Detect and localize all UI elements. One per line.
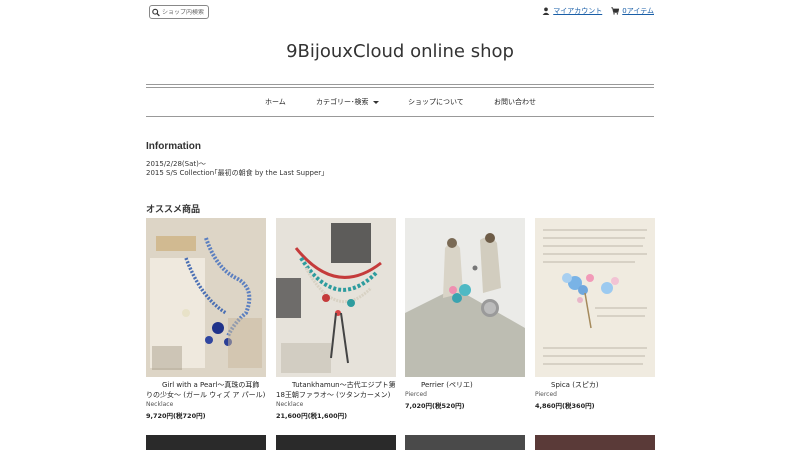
top-bar: マイアカウント 0アイテム [146, 5, 654, 21]
divider-top-inner [146, 87, 654, 88]
recommended-heading: オススメ商品 [146, 205, 201, 215]
product-name[interactable]: Tutankhamun～古代エジプト第18王朝ファラオ～ (ツタンカーメン) [276, 380, 396, 400]
product-name[interactable]: Girl with a Pearl～真珠の耳飾りの少女～ (ガール ウィズ ア … [146, 380, 266, 400]
product-price: 9,720円(税720円) [146, 412, 206, 420]
product-image[interactable] [276, 218, 396, 377]
my-account-link[interactable]: マイアカウント [542, 6, 602, 16]
product-image[interactable] [405, 435, 525, 450]
product-category: Pierced [405, 391, 427, 398]
product-image[interactable] [405, 218, 525, 377]
product-category: Necklace [146, 401, 174, 408]
nav-category-label: カテゴリー･検索 [316, 98, 369, 106]
product-image[interactable] [276, 435, 396, 450]
search-input[interactable] [162, 8, 208, 16]
cart-icon [611, 7, 620, 15]
product-card[interactable]: Tutankhamun～古代エジプト第18王朝ファラオ～ (ツタンカーメン) N… [276, 218, 396, 420]
information-text: 2015 S/S Collection｢最初の朝食 by the Last Su… [146, 169, 325, 177]
user-icon [542, 7, 550, 15]
nav-home[interactable]: ホーム [265, 97, 286, 107]
product-category: Pierced [535, 391, 557, 398]
product-image[interactable] [535, 435, 655, 450]
product-price: 7,020円(税520円) [405, 402, 465, 410]
main-nav: ホーム カテゴリー･検索 ショップについて お問い合わせ [146, 95, 654, 109]
search-icon[interactable] [152, 8, 160, 17]
my-account-label: マイアカウント [553, 7, 603, 15]
caret-down-icon [372, 100, 379, 104]
product-price: 21,600円(税1,600円) [276, 412, 348, 420]
product-category: Necklace [276, 401, 304, 408]
search-box[interactable] [149, 5, 209, 19]
divider-bottom [146, 116, 654, 117]
product-image[interactable] [146, 435, 266, 450]
product-card[interactable]: Spica (スピカ) Pierced 4,860円(税360円) [535, 218, 655, 410]
product-card[interactable]: Perrier (ペリエ) Pierced 7,020円(税520円) [405, 218, 525, 410]
account-links: マイアカウント 0アイテム [542, 6, 654, 16]
cart-link[interactable]: 0アイテム [611, 6, 654, 16]
information-heading: Information [146, 141, 201, 152]
nav-category[interactable]: カテゴリー･検索 [316, 97, 379, 107]
nav-contact[interactable]: お問い合わせ [494, 97, 536, 107]
product-image[interactable] [146, 218, 266, 377]
product-name[interactable]: Perrier (ペリエ) [405, 380, 525, 390]
shop-title[interactable]: 9BijouxCloud online shop [0, 41, 800, 62]
nav-about[interactable]: ショップについて [408, 97, 464, 107]
product-card[interactable]: Girl with a Pearl～真珠の耳飾りの少女～ (ガール ウィズ ア … [146, 218, 266, 420]
cart-label: 0アイテム [622, 7, 654, 15]
product-price: 4,860円(税360円) [535, 402, 595, 410]
product-image[interactable] [535, 218, 655, 377]
divider-top [146, 84, 654, 85]
product-name[interactable]: Spica (スピカ) [535, 380, 655, 390]
